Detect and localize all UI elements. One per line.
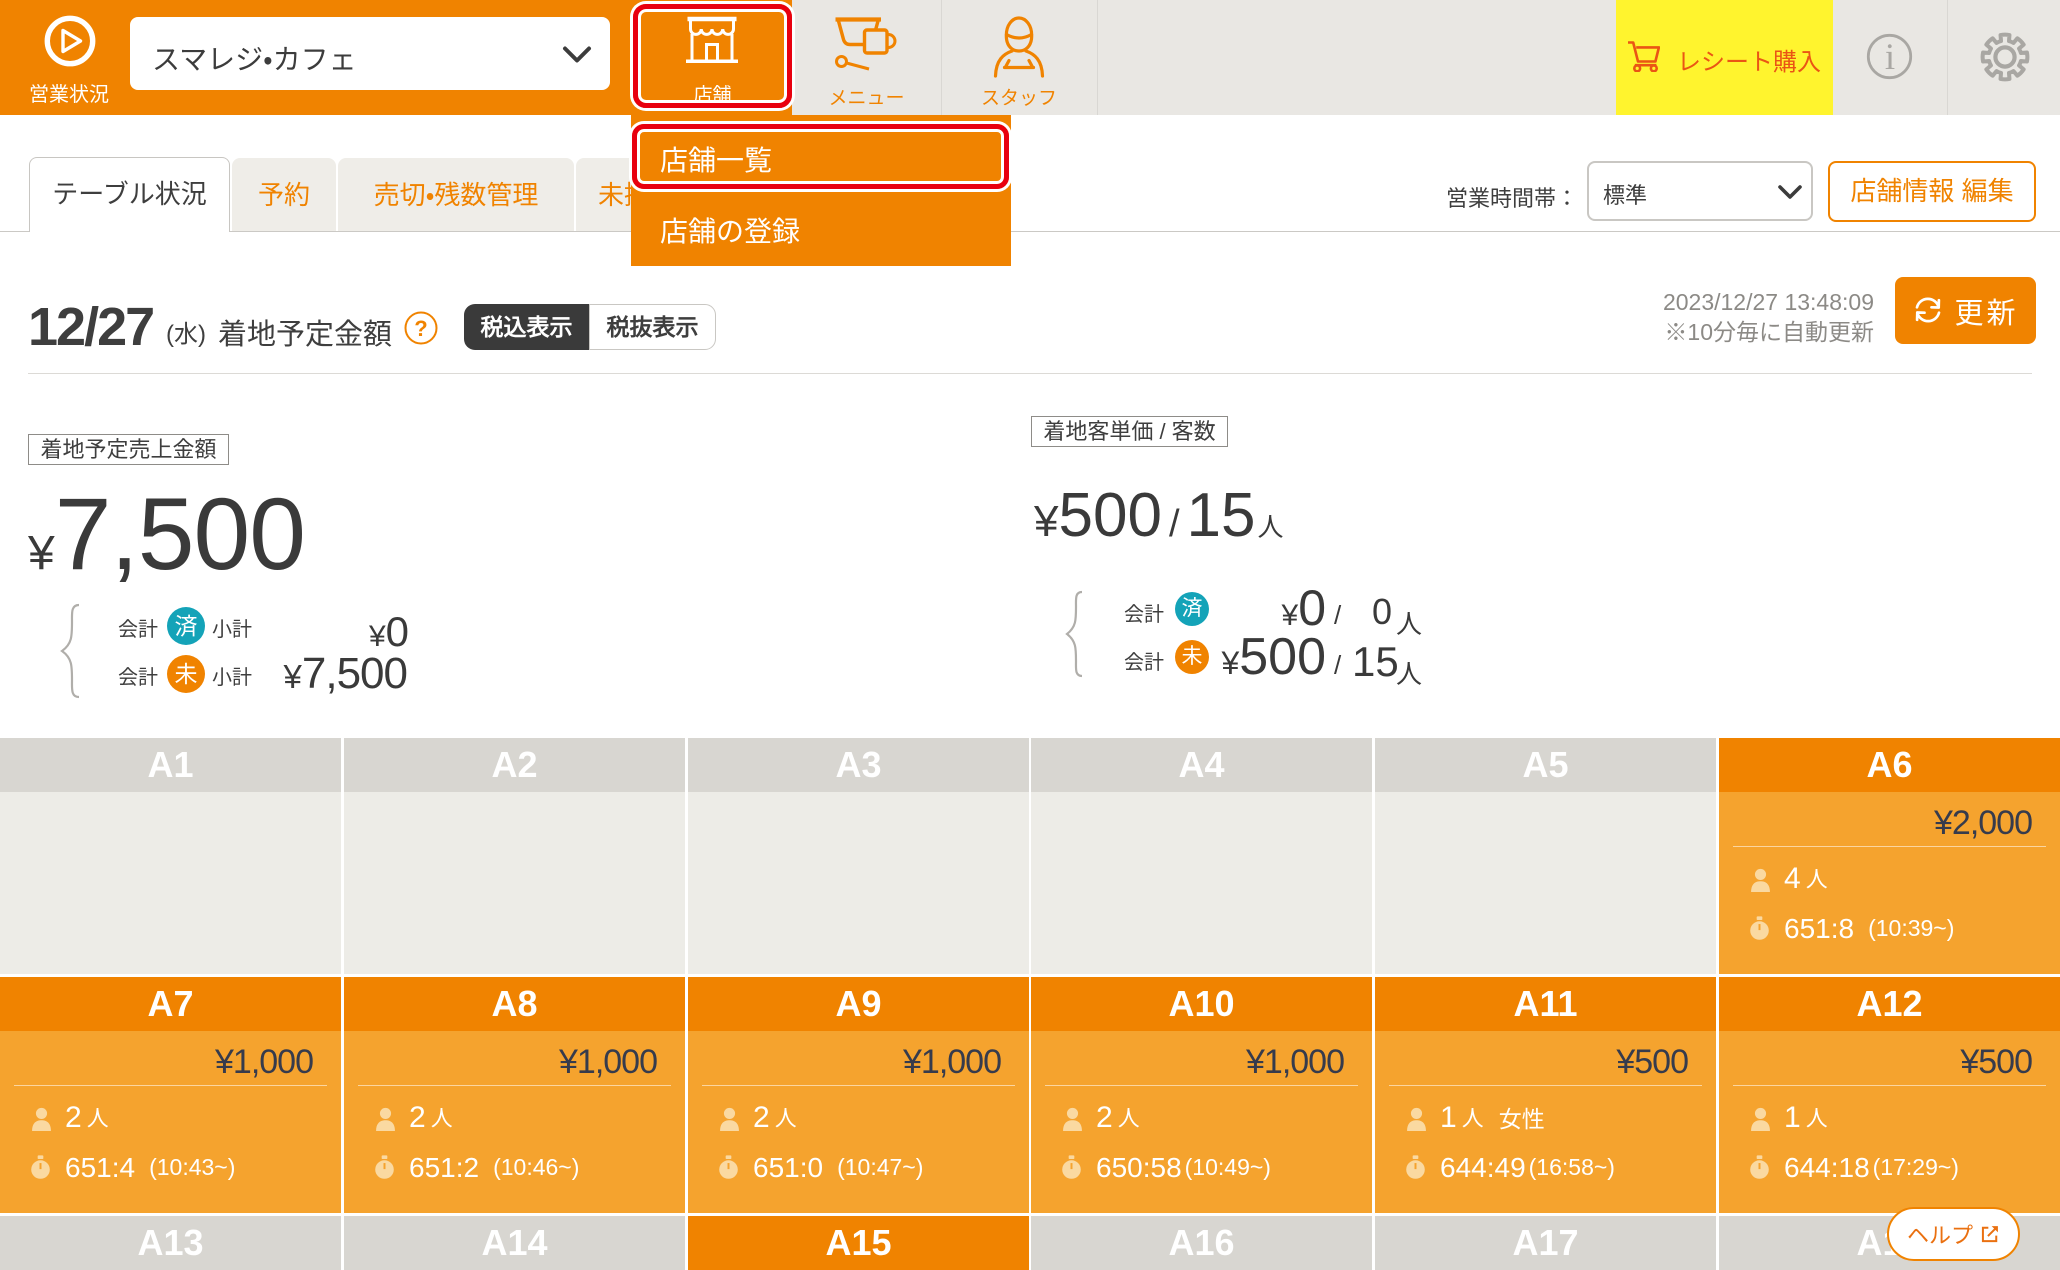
svg-text:?: ? <box>414 316 427 341</box>
svg-text:i: i <box>1885 37 1895 78</box>
